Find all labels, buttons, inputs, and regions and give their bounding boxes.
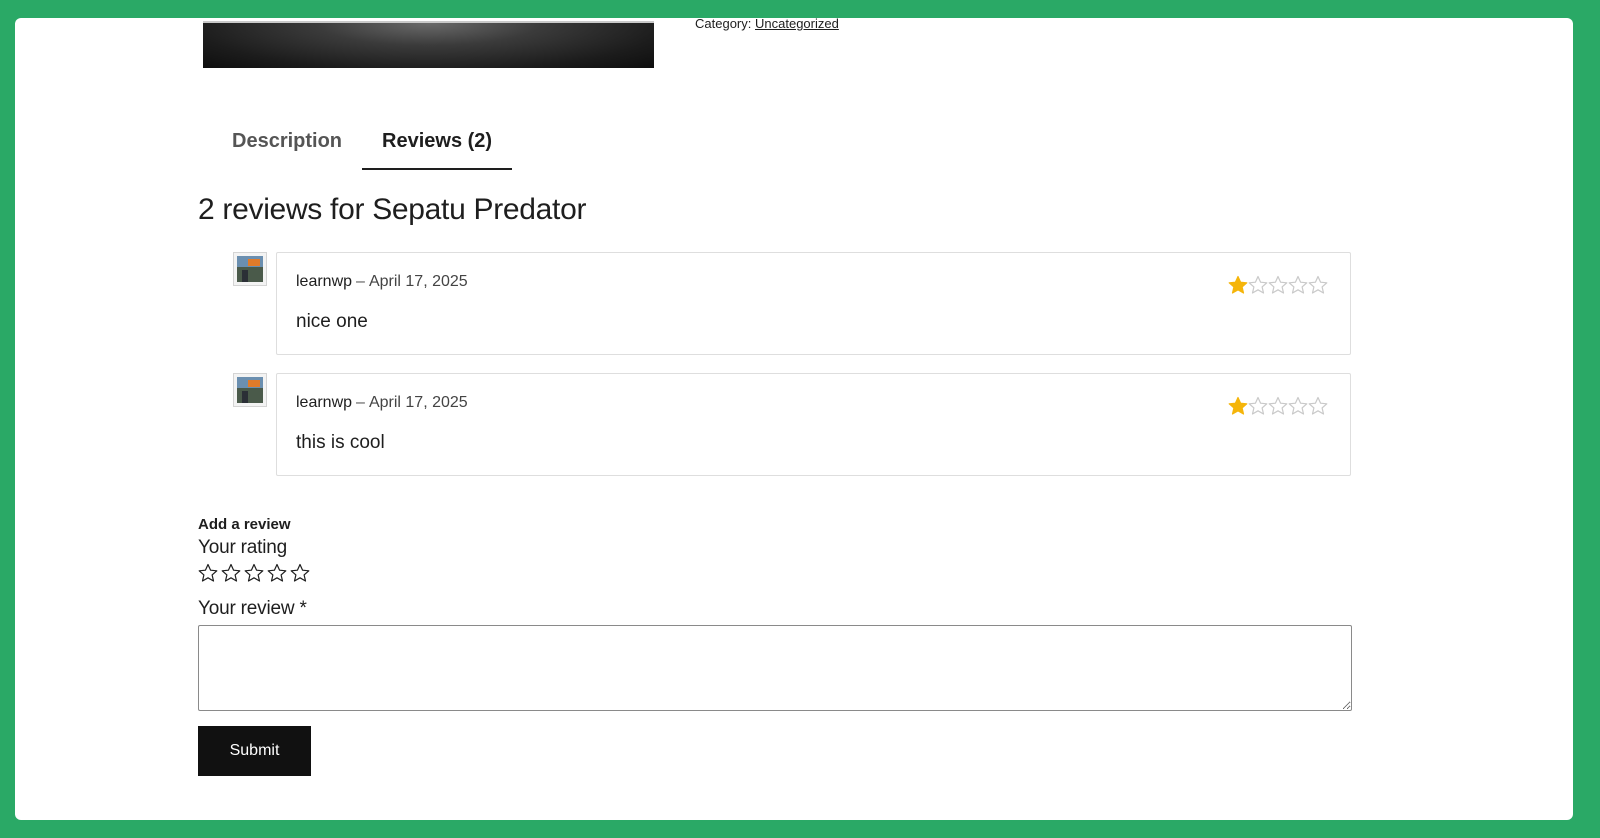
review-author: learnwp bbox=[296, 394, 353, 411]
star-filled-icon bbox=[1228, 396, 1248, 415]
review-box: learnwp – April 17, 2025 nice one bbox=[276, 252, 1351, 355]
review-author: learnwp bbox=[296, 273, 353, 290]
rating-star-2-icon[interactable] bbox=[221, 563, 241, 583]
review-item: learnwp – April 17, 2025 this is cool bbox=[233, 373, 1352, 478]
review-item: learnwp – April 17, 2025 nice one bbox=[233, 252, 1352, 357]
star-filled-icon bbox=[1228, 275, 1248, 294]
review-star-rating bbox=[1228, 275, 1328, 295]
product-tabs: Description Reviews (2) bbox=[203, 120, 513, 170]
page-frame: Category: Uncategorized Description Revi… bbox=[15, 18, 1573, 820]
product-image bbox=[203, 21, 654, 68]
review-meta: learnwp – April 17, 2025 bbox=[296, 273, 468, 291]
category-label: Category: bbox=[695, 18, 752, 31]
star-empty-icon bbox=[1308, 396, 1328, 415]
submit-button[interactable]: Submit bbox=[198, 726, 311, 776]
star-empty-icon bbox=[1248, 275, 1268, 294]
reviewer-avatar bbox=[233, 373, 267, 407]
category-link[interactable]: Uncategorized bbox=[755, 18, 839, 31]
product-category: Category: Uncategorized bbox=[695, 18, 839, 31]
star-empty-icon bbox=[1268, 275, 1288, 294]
rating-star-3-icon[interactable] bbox=[244, 563, 264, 583]
review-separator: – bbox=[356, 273, 365, 290]
rating-star-1-icon[interactable] bbox=[198, 563, 218, 583]
star-empty-icon bbox=[1248, 396, 1268, 415]
star-empty-icon bbox=[1308, 275, 1328, 294]
review-date: April 17, 2025 bbox=[368, 273, 468, 290]
rating-input bbox=[198, 563, 310, 583]
review-text: nice one bbox=[296, 311, 368, 332]
star-empty-icon bbox=[1288, 396, 1308, 415]
rating-label: Your rating bbox=[198, 537, 287, 558]
tab-reviews[interactable]: Reviews (2) bbox=[362, 120, 513, 170]
review-meta: learnwp – April 17, 2025 bbox=[296, 394, 468, 412]
review-label: Your review * bbox=[198, 598, 307, 619]
add-review-title: Add a review bbox=[198, 516, 291, 533]
reviewer-avatar bbox=[233, 252, 267, 286]
review-star-rating bbox=[1228, 396, 1328, 416]
star-empty-icon bbox=[1288, 275, 1308, 294]
rating-star-4-icon[interactable] bbox=[267, 563, 287, 583]
review-textarea[interactable] bbox=[198, 625, 1352, 711]
review-date: April 17, 2025 bbox=[368, 394, 468, 411]
tab-description[interactable]: Description bbox=[203, 120, 362, 168]
star-empty-icon bbox=[1268, 396, 1288, 415]
review-text: this is cool bbox=[296, 432, 385, 453]
review-box: learnwp – April 17, 2025 this is cool bbox=[276, 373, 1351, 476]
review-separator: – bbox=[356, 394, 365, 411]
rating-star-5-icon[interactable] bbox=[290, 563, 310, 583]
reviews-heading: 2 reviews for Sepatu Predator bbox=[198, 193, 587, 226]
